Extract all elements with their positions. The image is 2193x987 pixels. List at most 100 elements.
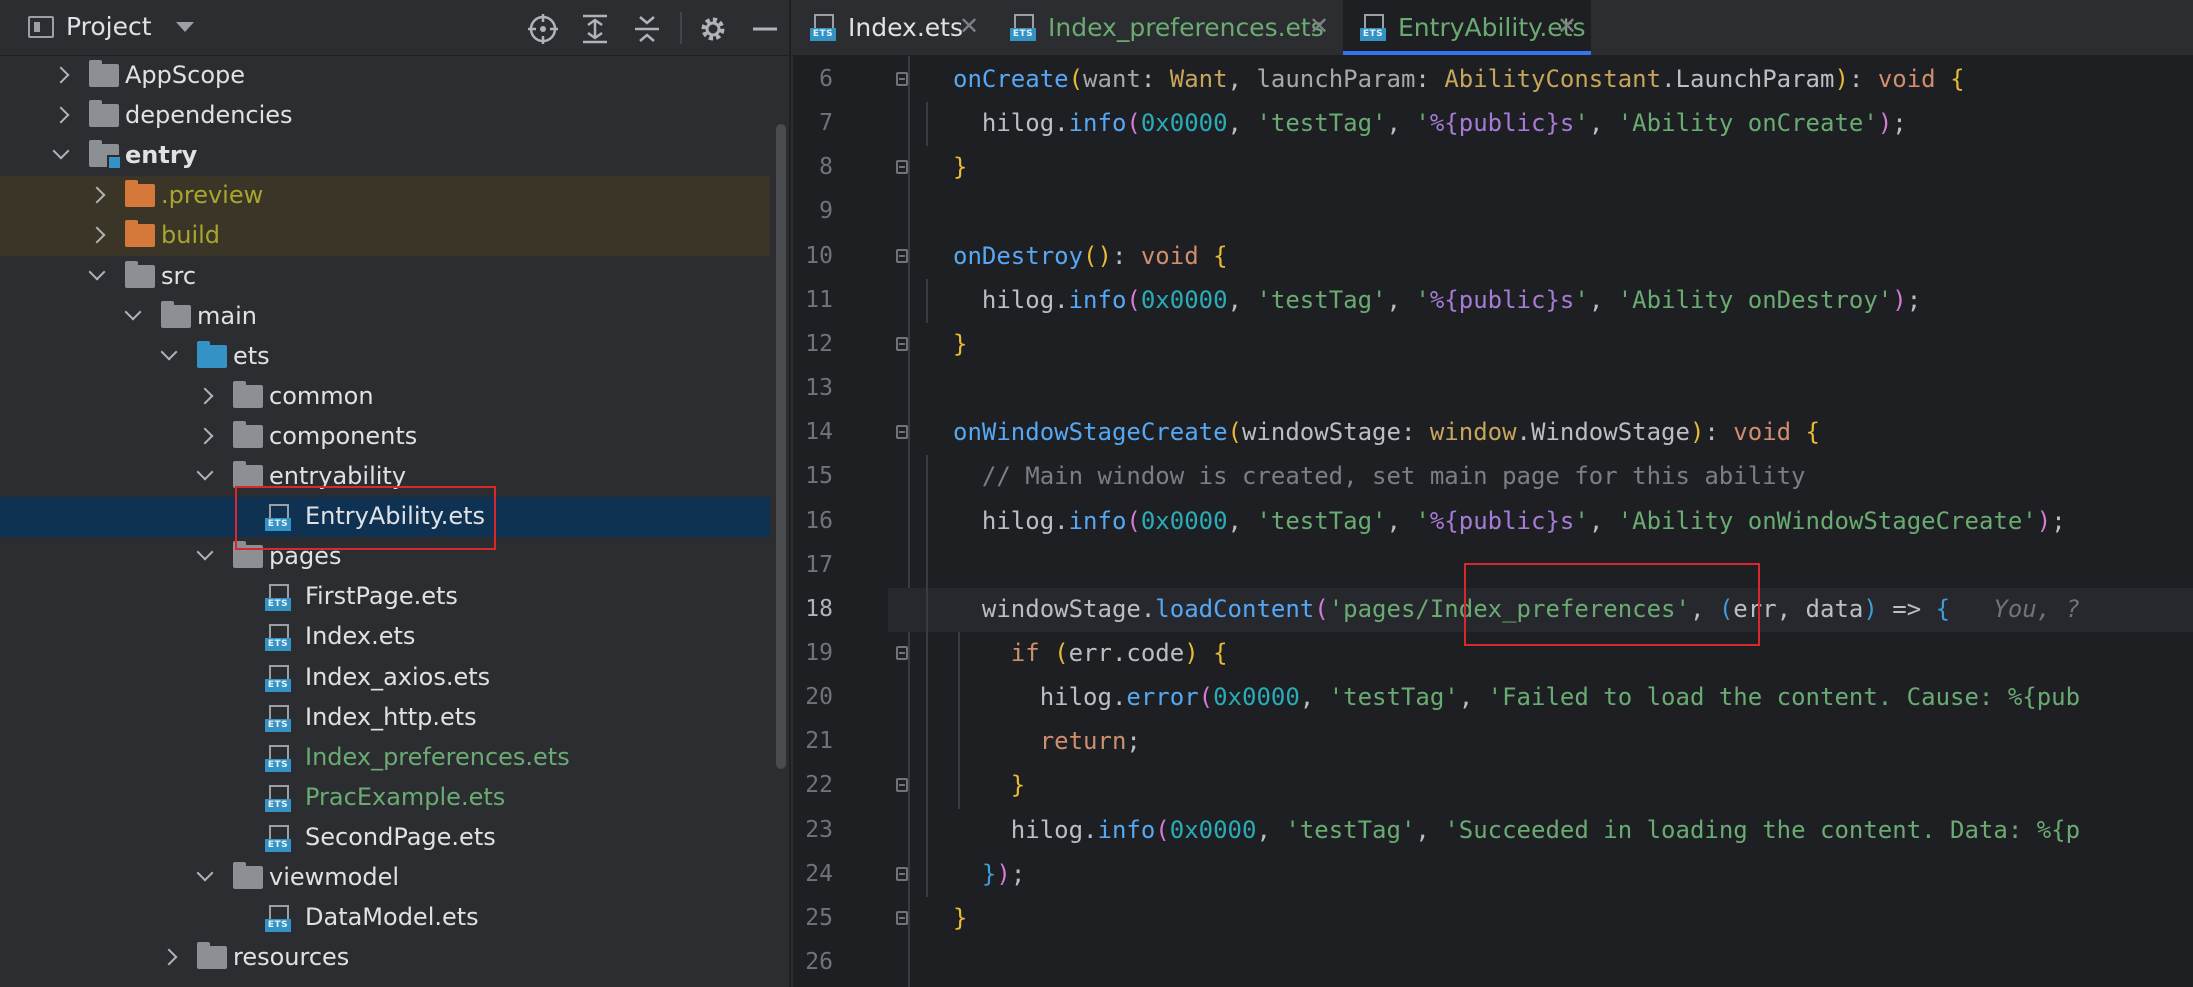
tree-folder-item[interactable]: resources bbox=[0, 938, 770, 978]
tree-item-label: Index.ets bbox=[305, 622, 416, 651]
tree-item-label: build bbox=[161, 221, 221, 250]
chevron-down-icon[interactable] bbox=[196, 543, 214, 561]
code-line[interactable]: } bbox=[953, 330, 967, 358]
code-editor[interactable]: 6 7 8 9 10 11 12 13 14 15 16 17 18 19 20 21 22 23 24 25 26 o… bbox=[793, 56, 2193, 987]
code-token: ) bbox=[1689, 418, 1705, 447]
annotation-box-loadcontent-path bbox=[1464, 563, 1760, 646]
project-title[interactable]: Project bbox=[66, 12, 152, 41]
chevron-right-icon[interactable] bbox=[88, 226, 106, 244]
chevron-down-icon[interactable] bbox=[176, 22, 194, 32]
fold-toggle-icon[interactable] bbox=[896, 248, 908, 263]
code-line[interactable]: onWindowStageCreate(windowStage: window.… bbox=[953, 418, 1820, 446]
tree-file-item[interactable]: ETS Index_axios.ets bbox=[0, 658, 770, 698]
tree-folder-item[interactable]: dependencies bbox=[0, 96, 770, 136]
tree-item-label: dependencies bbox=[125, 101, 293, 130]
tree-folder-item[interactable]: src bbox=[0, 257, 770, 297]
chevron-right-icon[interactable] bbox=[52, 106, 70, 124]
fold-toggle-icon[interactable] bbox=[896, 778, 908, 793]
editor-tab[interactable]: ETS Index_preferences.ets ✕ bbox=[993, 0, 1343, 55]
chevron-right-icon[interactable] bbox=[160, 948, 178, 966]
tree-file-item[interactable]: ETS SecondPage.ets bbox=[0, 818, 770, 858]
chevron-right-icon[interactable] bbox=[88, 186, 106, 204]
close-tab-icon[interactable]: ✕ bbox=[1557, 12, 1577, 40]
chevron-right-icon[interactable] bbox=[196, 427, 214, 445]
code-line[interactable]: hilog.info(0x0000, 'testTag', '%{public}… bbox=[953, 109, 1907, 137]
fold-toggle-icon[interactable] bbox=[896, 160, 908, 175]
fold-toggle-icon[interactable] bbox=[896, 910, 908, 925]
tree-folder-item[interactable]: ets bbox=[0, 337, 770, 377]
code-line[interactable]: return; bbox=[953, 727, 1141, 755]
code-token: ) bbox=[1877, 109, 1893, 138]
code-line[interactable]: hilog.info(0x0000, 'testTag', '%{public}… bbox=[953, 507, 2066, 535]
tree-folder-item[interactable]: components bbox=[0, 417, 770, 457]
tree-scrollbar[interactable] bbox=[776, 124, 786, 769]
code-token: , bbox=[1415, 815, 1445, 844]
tree-file-item[interactable]: ETS Index_http.ets bbox=[0, 698, 770, 738]
code-line[interactable]: hilog.info(0x0000, 'testTag', '%{public}… bbox=[953, 286, 1921, 314]
ets-file-icon: ETS bbox=[265, 784, 291, 812]
tree-folder-item[interactable]: entry bbox=[0, 136, 770, 176]
code-line[interactable]: onDestroy(): void { bbox=[953, 242, 1228, 270]
chevron-down-icon[interactable] bbox=[160, 343, 178, 361]
tree-file-item[interactable]: ETS DataModel.ets bbox=[0, 898, 770, 938]
code-token: 0x0000 bbox=[1213, 683, 1300, 712]
editor-tab[interactable]: ETS EntryAbility.ets ✕ bbox=[1343, 0, 1591, 55]
code-line[interactable]: hilog.info(0x0000, 'testTag', 'Succeeded… bbox=[953, 816, 2080, 844]
code-line[interactable]: if (err.code) { bbox=[953, 639, 1228, 667]
close-tab-icon[interactable]: ✕ bbox=[1309, 12, 1329, 40]
gear-icon[interactable] bbox=[696, 12, 730, 46]
tree-item-label: main bbox=[197, 301, 257, 330]
locate-icon[interactable] bbox=[526, 12, 560, 46]
tree-file-item[interactable]: ETS FirstPage.ets bbox=[0, 577, 770, 617]
editor-tab[interactable]: ETS Index.ets ✕ bbox=[793, 0, 993, 55]
fold-toggle-icon[interactable] bbox=[896, 645, 908, 660]
chevron-down-icon[interactable] bbox=[124, 303, 142, 321]
code-line[interactable]: } bbox=[953, 153, 967, 181]
tree-item-label: components bbox=[269, 421, 418, 450]
code-token: ( bbox=[1054, 638, 1069, 667]
folder-icon bbox=[161, 300, 191, 328]
close-tab-icon[interactable]: ✕ bbox=[959, 12, 979, 40]
excluded-folder-icon bbox=[125, 220, 155, 248]
fold-toggle-icon[interactable] bbox=[896, 336, 908, 351]
code-token: 'testTag' bbox=[1285, 815, 1416, 844]
chevron-down-icon[interactable] bbox=[196, 463, 214, 481]
tree-file-item[interactable]: ETS Index_preferences.ets bbox=[0, 738, 770, 778]
fold-toggle-icon[interactable] bbox=[896, 72, 908, 86]
tree-folder-item[interactable]: AppScope bbox=[0, 56, 770, 96]
code-token: , bbox=[1227, 109, 1257, 138]
line-number: 26 bbox=[805, 949, 833, 975]
chevron-down-icon[interactable] bbox=[52, 142, 70, 160]
chevron-right-icon[interactable] bbox=[52, 66, 70, 84]
code-line[interactable]: } bbox=[953, 771, 1025, 799]
code-token: , bbox=[1386, 109, 1416, 138]
chevron-down-icon[interactable] bbox=[196, 864, 214, 882]
tree-file-item[interactable]: ETS PracExample.ets bbox=[0, 778, 770, 818]
chevron-down-icon[interactable] bbox=[88, 263, 106, 280]
code-line[interactable]: hilog.error(0x0000, 'testTag', 'Failed t… bbox=[953, 683, 2080, 711]
code-token: want bbox=[1083, 65, 1141, 93]
code-token: ( bbox=[1126, 109, 1141, 138]
code-token: 'Ability onCreate' bbox=[1617, 109, 1878, 138]
tree-folder-item[interactable]: main bbox=[0, 297, 770, 337]
tree-folder-item[interactable]: build bbox=[0, 216, 770, 257]
tree-folder-item[interactable]: common bbox=[0, 377, 770, 417]
minimize-icon[interactable] bbox=[748, 12, 782, 46]
code-line[interactable]: onCreate(want: Want, launchParam: Abilit… bbox=[953, 65, 1965, 93]
tree-folder-item[interactable]: viewmodel bbox=[0, 858, 770, 898]
code-line[interactable]: }); bbox=[953, 860, 1025, 888]
line-number: 19 bbox=[805, 639, 833, 666]
collapse-all-icon[interactable] bbox=[630, 12, 664, 46]
code-line[interactable]: } bbox=[953, 904, 967, 932]
expand-all-icon[interactable] bbox=[578, 12, 612, 46]
tree-file-item[interactable]: ETS Index.ets bbox=[0, 617, 770, 657]
fold-toggle-icon[interactable] bbox=[896, 425, 908, 440]
code-token: , bbox=[1256, 815, 1286, 844]
line-number: 6 bbox=[819, 66, 833, 92]
code-line[interactable]: // Main window is created, set main page… bbox=[953, 462, 1806, 490]
chevron-right-icon[interactable] bbox=[196, 387, 214, 405]
fold-toggle-icon[interactable] bbox=[896, 866, 908, 881]
indent-guide bbox=[958, 631, 960, 809]
tree-folder-item[interactable]: .preview bbox=[0, 176, 770, 217]
